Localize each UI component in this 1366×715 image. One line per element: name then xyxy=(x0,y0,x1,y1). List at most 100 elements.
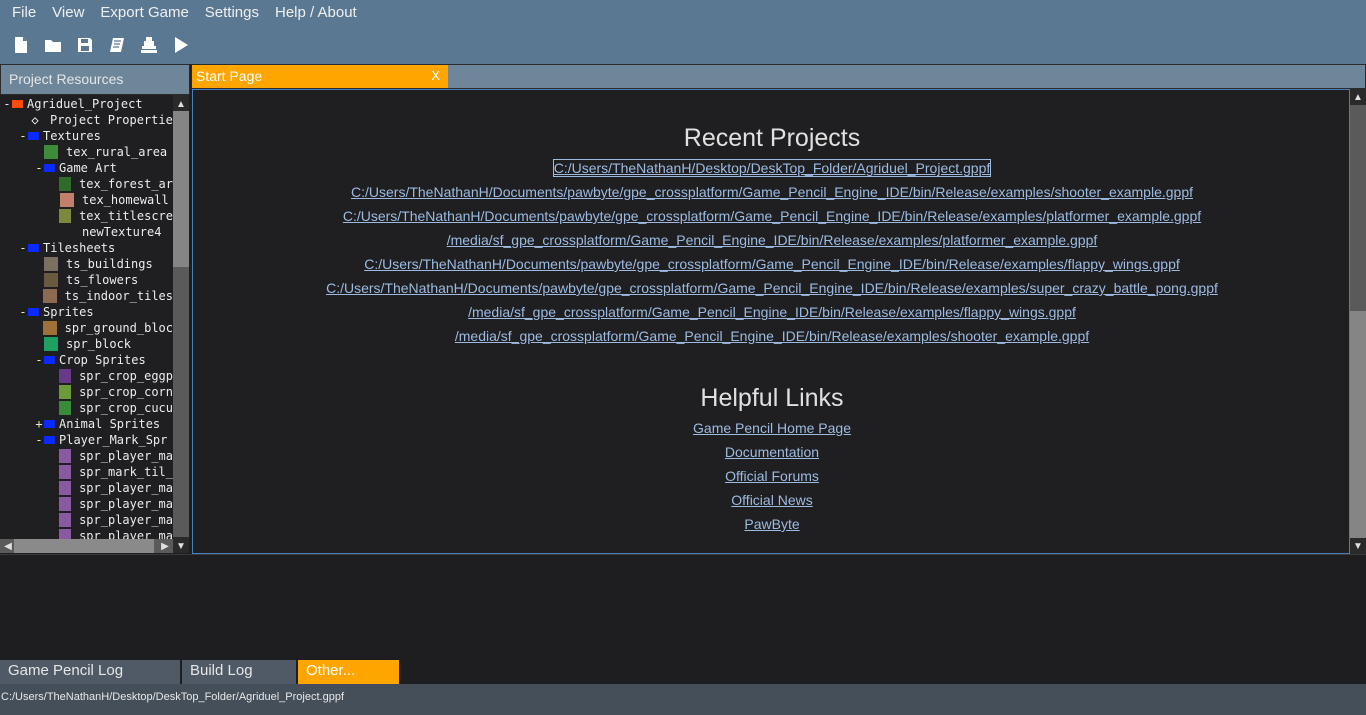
build-icon[interactable] xyxy=(138,34,160,56)
scroll-thumb[interactable] xyxy=(1350,311,1366,538)
recent-project-link[interactable]: C:/Users/TheNathanH/Documents/pawbyte/gp… xyxy=(193,205,1351,227)
tab-label: Start Page xyxy=(196,68,263,84)
tree-item-label: Sprites xyxy=(43,305,94,319)
tree-item-label: spr_crop_cucu xyxy=(79,401,173,415)
tree-item[interactable]: spr_player_ma xyxy=(0,496,173,512)
collapse-icon[interactable]: - xyxy=(2,97,12,111)
folder-icon xyxy=(44,420,55,428)
resource-tree: - Agriduel_Project ◇ Project Propertie - Text… xyxy=(0,95,173,539)
tree-item[interactable]: + Animal Sprites xyxy=(0,416,173,432)
tree-item[interactable]: spr_player_ma xyxy=(0,528,173,539)
start-page-vertical-scrollbar[interactable]: ▲ ▼ xyxy=(1350,89,1366,554)
recent-project-link[interactable]: C:/Users/TheNathanH/Documents/pawbyte/gp… xyxy=(193,181,1351,203)
helpful-link-documentation[interactable]: Documentation xyxy=(193,441,1351,463)
tree-item[interactable]: tex_forest_ar xyxy=(0,176,173,192)
tree-item[interactable]: spr_crop_eggp xyxy=(0,368,173,384)
tree-item[interactable]: - Agriduel_Project xyxy=(0,96,173,112)
recent-project-link[interactable]: C:/Users/TheNathanH/Desktop/DeskTop_Fold… xyxy=(193,157,1351,179)
collapse-icon[interactable]: - xyxy=(18,241,28,255)
tree-item[interactable]: - Tilesheets xyxy=(0,240,173,256)
tree-item-label: ts_flowers xyxy=(66,273,139,287)
tree-item[interactable]: spr_crop_cucu xyxy=(0,400,173,416)
menu-settings[interactable]: Settings xyxy=(197,1,267,25)
tab-build-log[interactable]: Build Log xyxy=(182,660,296,684)
collapse-icon[interactable]: - xyxy=(18,129,28,143)
close-icon[interactable]: X xyxy=(431,68,440,83)
tree-item-label: spr_mark_til_ xyxy=(79,465,173,479)
tree-item-label: spr_crop_corn xyxy=(79,385,173,399)
scroll-thumb[interactable] xyxy=(14,539,154,553)
recent-project-link[interactable]: C:/Users/TheNathanH/Documents/pawbyte/gp… xyxy=(193,253,1351,275)
tree-item[interactable]: spr_ground_bloc xyxy=(0,320,173,336)
menu-view[interactable]: View xyxy=(44,1,92,25)
menu-help-about[interactable]: Help / About xyxy=(267,1,365,25)
folder-icon xyxy=(44,164,55,172)
tree-item[interactable]: - Game Art xyxy=(0,160,173,176)
scroll-down-icon[interactable]: ▼ xyxy=(1350,539,1366,553)
resource-tree-vertical-scrollbar[interactable]: ▲ ▼ xyxy=(173,95,189,553)
tree-item[interactable]: - Player_Mark_Spr xyxy=(0,432,173,448)
tree-item-label: newTexture4 xyxy=(82,225,162,239)
tree-item[interactable]: tex_titlescre xyxy=(0,208,173,224)
expand-icon[interactable]: + xyxy=(34,417,44,431)
resource-thumbnail-icon xyxy=(58,497,72,511)
tree-item[interactable]: - Sprites xyxy=(0,304,173,320)
tree-item[interactable]: - Crop Sprites xyxy=(0,352,173,368)
save-icon[interactable] xyxy=(74,34,96,56)
menu-export-game[interactable]: Export Game xyxy=(92,1,196,25)
folder-icon xyxy=(28,308,39,316)
scroll-thumb[interactable] xyxy=(173,111,189,267)
tree-item[interactable]: spr_mark_til_ xyxy=(0,464,173,480)
log-tab-strip: Game Pencil Log Build Log Other... xyxy=(0,660,1366,684)
resource-thumbnail-icon xyxy=(44,337,58,351)
tree-item[interactable]: spr_crop_corn xyxy=(0,384,173,400)
tree-item[interactable]: spr_player_ma xyxy=(0,512,173,528)
new-file-icon[interactable] xyxy=(10,34,32,56)
scroll-up-icon[interactable]: ▲ xyxy=(173,97,189,111)
collapse-icon[interactable]: - xyxy=(18,305,28,319)
recent-project-link[interactable]: /media/sf_gpe_crossplatform/Game_Pencil_… xyxy=(193,301,1351,323)
scroll-up-icon[interactable]: ▲ xyxy=(1350,90,1366,104)
resource-tree-horizontal-scrollbar[interactable]: ◀ ▶ xyxy=(0,539,173,553)
tree-item-label: spr_ground_bloc xyxy=(64,321,173,335)
resource-thumbnail-icon xyxy=(43,289,57,303)
tree-item[interactable]: ts_buildings xyxy=(0,256,173,272)
recent-project-link[interactable]: C:/Users/TheNathanH/Documents/pawbyte/gp… xyxy=(193,277,1351,299)
folder-icon xyxy=(44,356,55,364)
open-folder-icon[interactable] xyxy=(42,34,64,56)
helpful-link-home[interactable]: Game Pencil Home Page xyxy=(193,417,1351,439)
tree-item[interactable]: ◇ Project Propertie xyxy=(0,112,173,128)
recent-project-link[interactable]: /media/sf_gpe_crossplatform/Game_Pencil_… xyxy=(193,229,1351,251)
collapse-icon[interactable]: - xyxy=(34,433,44,447)
tab-start-page[interactable]: Start Page X xyxy=(192,65,448,88)
helpful-link-forums[interactable]: Official Forums xyxy=(193,465,1351,487)
recent-project-link[interactable]: /media/sf_gpe_crossplatform/Game_Pencil_… xyxy=(193,325,1351,347)
menu-file[interactable]: File xyxy=(4,1,44,25)
helpful-link-pawbyte[interactable]: PawByte xyxy=(193,513,1351,535)
tree-item[interactable]: spr_block xyxy=(0,336,173,352)
play-icon[interactable] xyxy=(170,34,192,56)
tree-item[interactable]: tex_rural_area xyxy=(0,144,173,160)
tree-item-label: Player_Mark_Spr xyxy=(59,433,168,447)
collapse-icon[interactable]: - xyxy=(34,353,44,367)
status-path: C:/Users/TheNathanH/Desktop/DeskTop_Fold… xyxy=(1,691,344,703)
scroll-right-icon[interactable]: ▶ xyxy=(157,539,173,553)
toolbar xyxy=(0,26,1366,64)
helpful-link-news[interactable]: Official News xyxy=(193,489,1351,511)
save-all-icon[interactable] xyxy=(106,34,128,56)
tree-item-label: spr_player_ma xyxy=(79,513,173,527)
tab-other[interactable]: Other... xyxy=(298,660,399,684)
tree-item[interactable]: spr_player_ma xyxy=(0,448,173,464)
tree-item[interactable]: - Textures xyxy=(0,128,173,144)
tree-item[interactable]: newTexture4 xyxy=(0,224,173,240)
tree-item[interactable]: ts_indoor_tiles xyxy=(0,288,173,304)
scroll-down-icon[interactable]: ▼ xyxy=(173,539,189,553)
menu-bar: File View Export Game Settings Help / Ab… xyxy=(0,0,1366,26)
tree-item[interactable]: ts_flowers xyxy=(0,272,173,288)
tree-item[interactable]: tex_homewall xyxy=(0,192,173,208)
tab-game-pencil-log[interactable]: Game Pencil Log xyxy=(0,660,180,684)
collapse-icon[interactable]: - xyxy=(34,161,44,175)
project-resources-header: Project Resources xyxy=(0,64,190,95)
tree-item[interactable]: spr_player_ma xyxy=(0,480,173,496)
resource-thumbnail-icon xyxy=(58,385,72,399)
